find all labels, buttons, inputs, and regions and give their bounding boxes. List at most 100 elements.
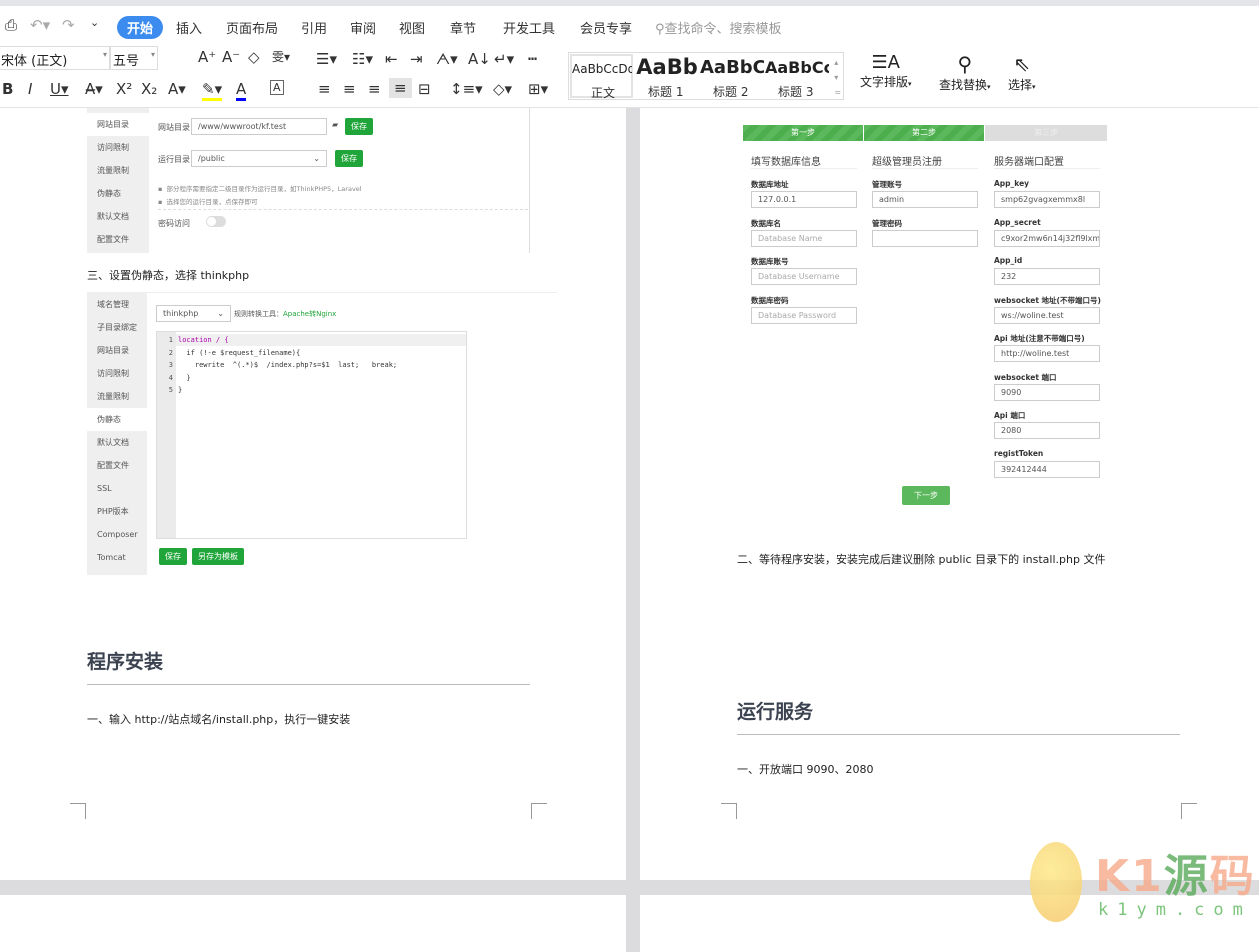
field-input: c9xor2mw6n14j32fl9lxmoyuc	[994, 229, 1100, 247]
field-label: 数据库名	[751, 218, 781, 228]
distributed-icon[interactable]: ⊟	[418, 80, 431, 98]
line-break-icon[interactable]: ↵▾	[494, 50, 514, 68]
field-input: Database Username	[751, 268, 857, 285]
text-layout-icon: ☰A	[871, 52, 900, 73]
sort-icon[interactable]: A↓	[468, 50, 491, 68]
folder-icon: ▰	[332, 120, 339, 129]
sidebar-item: 子目录绑定	[97, 323, 137, 332]
tab-section[interactable]: 章节	[450, 18, 476, 37]
code-line: }	[178, 386, 183, 394]
wizard-column: 填写数据库信息 数据库地址 127.0.0.1 数据库名 Database Name 数据…	[751, 153, 857, 324]
column-title: 服务器端口配置	[994, 153, 1100, 169]
text-layout-button[interactable]: ☰A 文字排版▾	[860, 52, 912, 90]
field-label: 数据库密码	[751, 295, 789, 305]
save-as-template-button: 另存为模板	[192, 548, 244, 565]
tool-label: 规则转换工具：Apache转Nginx	[234, 309, 336, 319]
select-button[interactable]: ⇖ 选择▾	[1008, 52, 1036, 93]
sidebar-item: Composer	[97, 530, 138, 539]
tab-member[interactable]: 会员专享	[580, 18, 632, 37]
margin-corner-mark	[531, 803, 547, 819]
align-center-icon[interactable]: ≡	[343, 80, 356, 98]
print-preview-icon[interactable]: ⎙	[5, 16, 17, 34]
strikethrough-icon[interactable]: A̶▾	[85, 80, 103, 98]
bold-icon[interactable]: B	[2, 80, 13, 98]
step1-paragraph: 一、输入 http://站点域名/install.php，执行一键安装	[87, 713, 351, 726]
code-editor: 1 2 3 4 5 location / { if (!-e $request_…	[156, 331, 467, 539]
decrease-indent-icon[interactable]: ⇤	[385, 50, 398, 68]
highlight-icon[interactable]: ✎▾	[202, 80, 223, 101]
left-page-next	[0, 895, 626, 952]
align-right-icon[interactable]: ≡	[368, 80, 381, 98]
sidebar-item: 配置文件	[97, 235, 129, 244]
sidebar-item: PHP版本	[97, 507, 129, 516]
style-normal[interactable]: AaBbCcDd 正文	[570, 54, 633, 100]
phonetic-icon[interactable]: 雯▾	[272, 48, 290, 65]
tab-stops-icon[interactable]: ┅	[528, 50, 537, 68]
text-effect-icon[interactable]: A▾	[168, 80, 186, 98]
gallery-scroll-icon[interactable]: ▴ ▾ ≂	[834, 55, 841, 100]
tab-references[interactable]: 引用	[301, 18, 327, 37]
style-heading-3[interactable]: AaBbCc 标题 3	[765, 53, 829, 99]
field-label: App_key	[994, 179, 1030, 188]
field-input: 232	[994, 268, 1100, 285]
text-layout-label: 文字排版	[860, 75, 909, 89]
pwd-access-label: 密码访问	[158, 219, 190, 228]
field-label: App_secret	[994, 217, 1041, 227]
tab-review[interactable]: 审阅	[350, 18, 376, 37]
step2-paragraph: 二、等待程序安装，安装完成后建议删除 public 目录下的 install.p…	[737, 553, 1106, 566]
sidebar-item: SSL	[97, 484, 112, 493]
heading-rule	[87, 684, 530, 685]
numbered-list-icon[interactable]: ☷▾	[352, 50, 373, 68]
tab-view[interactable]: 视图	[399, 18, 425, 37]
next-step-button: 下一步	[902, 486, 950, 505]
increase-indent-icon[interactable]: ⇥	[410, 50, 423, 68]
subscript-icon[interactable]: X₂	[141, 80, 157, 98]
undo-icon[interactable]: ↶▾	[30, 16, 50, 34]
borders-icon[interactable]: ⊞▾	[528, 80, 548, 98]
wizard-column: 超级管理员注册 管理账号 admin 管理密码	[872, 153, 978, 247]
style-heading-2[interactable]: AaBbC 标题 2	[700, 53, 764, 99]
field-label: websocket 地址(不带端口号)	[994, 295, 1101, 305]
sidebar-item: 网站目录	[87, 113, 149, 136]
command-search[interactable]: ⚲查找命令、搜索模板	[655, 18, 782, 37]
superscript-icon[interactable]: X²	[116, 80, 132, 98]
find-replace-button[interactable]: ⚲ 查找替换▾	[939, 52, 991, 93]
clear-format-icon[interactable]: ◇	[248, 48, 260, 66]
template-select: thinkphp ⌄	[156, 305, 231, 322]
font-size-select[interactable]: 五号 ▾	[110, 46, 158, 70]
redo-icon[interactable]: ↷	[62, 16, 75, 34]
font-color-icon[interactable]: A	[236, 80, 247, 101]
tab-page-layout[interactable]: 页面布局	[226, 18, 278, 37]
font-name-select[interactable]: 宋体 (正文) ▾	[0, 46, 110, 70]
wizard-column: 服务器端口配置 App_key smp62gvagxemmx8l App_secret…	[994, 153, 1101, 478]
shrink-font-icon[interactable]: A⁻	[222, 48, 240, 66]
underline-icon[interactable]: U▾	[50, 80, 69, 98]
tab-home[interactable]: 开始	[117, 16, 164, 39]
code-line: if (!-e $request_filename){	[178, 348, 301, 357]
run-dir-value: /public	[198, 154, 225, 163]
tab-insert[interactable]: 插入	[176, 18, 202, 37]
line-spacing-icon[interactable]: ↕≡▾	[450, 80, 483, 98]
field-input	[872, 229, 978, 247]
tab-developer[interactable]: 开发工具	[503, 18, 555, 37]
heading-install: 程序安装	[87, 651, 164, 673]
sidebar-item: 伪静态	[87, 408, 147, 431]
style-heading-1[interactable]: AaBb 标题 1	[635, 53, 699, 99]
install-wizard-screenshot: 第一步 第二步 第三步 填写数据库信息 数据库地址 127.0.0.1 数据库名 Dat…	[743, 125, 1108, 510]
chinese-layout-icon[interactable]: ᗅ▾	[436, 50, 458, 68]
char-border-icon[interactable]: A	[270, 80, 284, 95]
run-dir-select: /public ⌄	[191, 150, 327, 167]
template-value: thinkphp	[163, 309, 199, 318]
italic-icon[interactable]: I	[28, 80, 32, 98]
bullet-list-icon[interactable]: ☰▾	[316, 50, 337, 68]
column-title: 超级管理员注册	[872, 153, 978, 169]
justify-icon[interactable]: ≡	[389, 78, 412, 98]
align-left-icon[interactable]: ≡	[318, 80, 331, 98]
style-label: 正文	[591, 86, 616, 100]
field-input: ws://woline.test	[994, 306, 1100, 324]
quick-access-dropdown-icon[interactable]: ⌄	[90, 16, 99, 29]
grow-font-icon[interactable]: A⁺	[198, 48, 216, 66]
note-text: 选择您的运行目录，点保存即可	[166, 198, 258, 206]
sidebar-item: 访问限制	[97, 143, 129, 152]
shading-icon[interactable]: ◇▾	[493, 80, 512, 98]
